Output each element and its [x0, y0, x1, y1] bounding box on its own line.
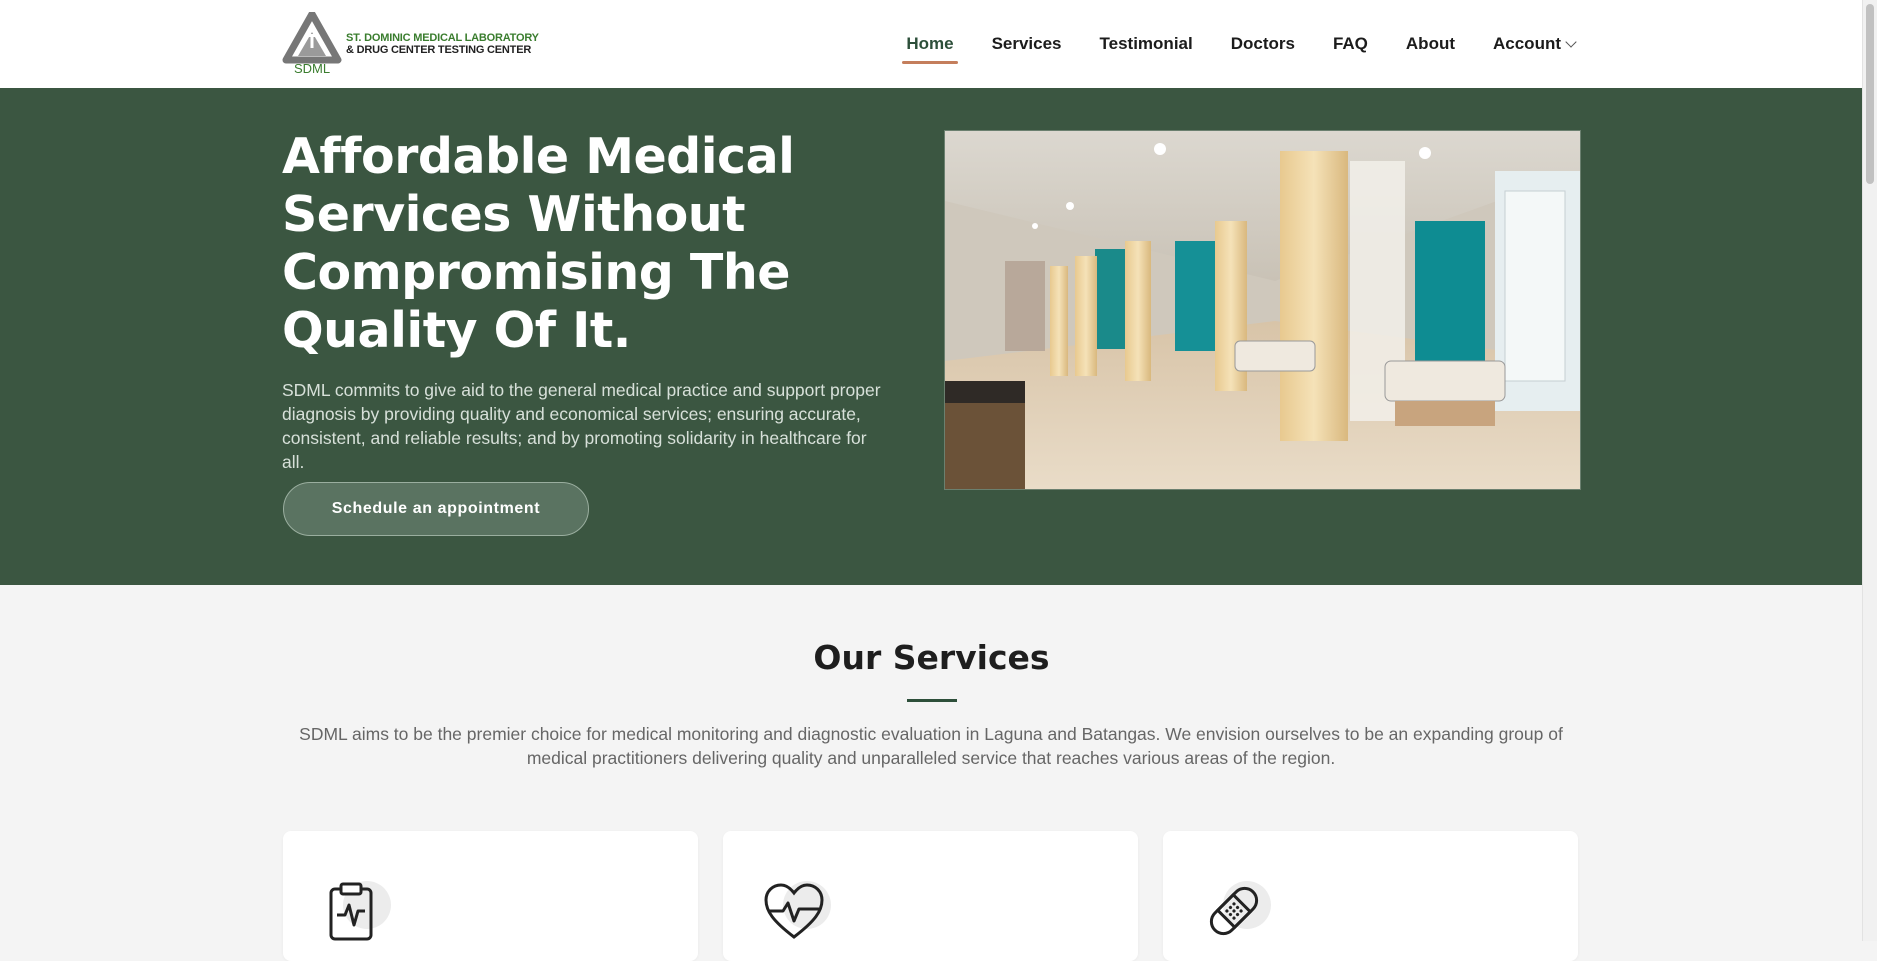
brand-text: ST. DOMINIC MEDICAL LABORATORY & DRUG CE… [346, 32, 539, 56]
nav-doctors[interactable]: Doctors [1229, 26, 1297, 62]
clipboard-pulse-icon [329, 882, 373, 941]
site-header: SDML ST. DOMINIC MEDICAL LABORATORY & DR… [0, 0, 1863, 88]
nav-account-label: Account [1493, 34, 1561, 53]
services-description: SDML aims to be the premier choice for m… [299, 724, 1563, 768]
brand-logo[interactable]: SDML ST. DOMINIC MEDICAL LABORATORY & DR… [282, 10, 539, 76]
svg-text:SDML: SDML [294, 61, 330, 74]
main-nav: Home Services Testimonial Doctors FAQ Ab… [870, 0, 1577, 88]
scrollbar-thumb[interactable] [1866, 4, 1874, 184]
hospital-ward-image [944, 130, 1581, 490]
service-card[interactable] [1163, 831, 1578, 961]
hero-description: SDML commits to give aid to the general … [282, 380, 881, 472]
hero-title: Affordable Medical Services Without Comp… [282, 128, 795, 359]
brand-name-line1: ST. DOMINIC MEDICAL LABORATORY [346, 32, 539, 44]
services-title: Our Services [813, 638, 1050, 677]
service-card[interactable] [283, 831, 698, 961]
service-card[interactable] [723, 831, 1138, 961]
schedule-appointment-button[interactable]: Schedule an appointment [283, 482, 589, 536]
bandage-icon [1209, 886, 1259, 936]
sdml-logo-mark: SDML [282, 10, 342, 76]
hero-section: Affordable Medical Services Without Comp… [0, 88, 1863, 585]
nav-faq[interactable]: FAQ [1331, 26, 1370, 62]
chevron-down-icon [1565, 36, 1577, 48]
heart-pulse-icon [764, 883, 824, 939]
nav-home[interactable]: Home [902, 26, 958, 64]
nav-testimonial[interactable]: Testimonial [1098, 26, 1195, 62]
title-underline [907, 699, 957, 702]
nav-account[interactable]: Account [1491, 26, 1577, 62]
nav-about[interactable]: About [1404, 26, 1457, 62]
brand-name-line2: & DRUG CENTER TESTING CENTER [346, 44, 532, 56]
nav-services[interactable]: Services [990, 26, 1064, 62]
page-scrollbar[interactable] [1862, 0, 1877, 941]
